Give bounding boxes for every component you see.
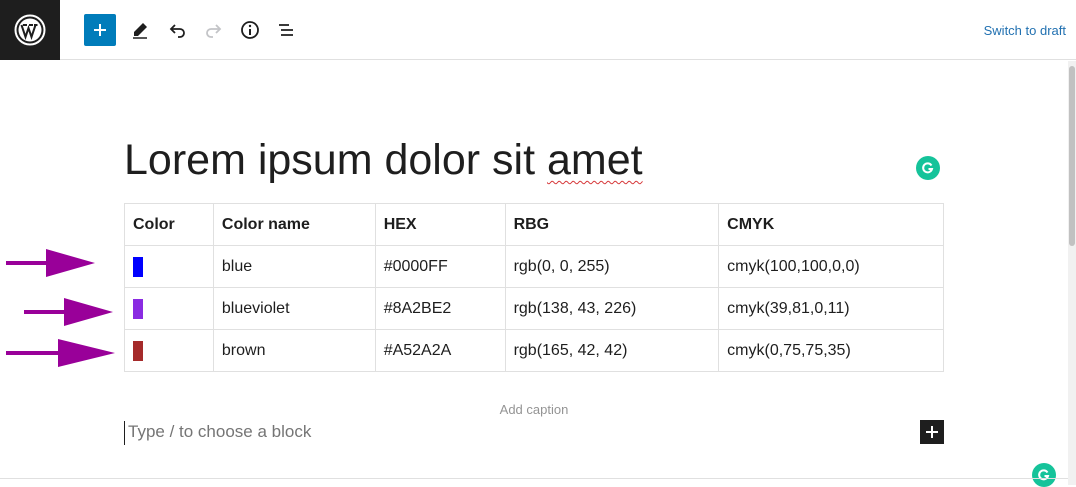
add-block-button[interactable] [84, 14, 116, 46]
list-view-icon [279, 24, 293, 36]
hex-cell[interactable]: #8A2BE2 [374, 287, 506, 330]
header-color-name: Color name [212, 203, 376, 246]
hex-cell[interactable]: #0000FF [374, 245, 506, 288]
post-title[interactable]: Lorem ipsum dolor sit amet [124, 134, 643, 186]
tools-button[interactable] [124, 14, 156, 46]
undo-icon [169, 24, 185, 38]
table-header-row: Color Color name HEX RBG CMYK [124, 203, 944, 246]
rgb-cell[interactable]: rgb(138, 43, 226) [504, 287, 720, 330]
header-cmyk: CMYK [718, 203, 944, 246]
plus-icon [94, 24, 106, 36]
color-swatch [133, 256, 143, 277]
header-hex: HEX [374, 203, 506, 246]
redo-button[interactable] [197, 14, 229, 46]
table-caption-input[interactable]: Add caption [124, 402, 944, 417]
color-name-cell[interactable]: blue [212, 245, 376, 288]
color-name-cell[interactable]: blueviolet [212, 287, 376, 330]
editor-scrollbar[interactable] [1068, 61, 1076, 485]
hex-cell[interactable]: #A52A2A [374, 329, 506, 372]
annotation-arrow-blueviolet [24, 298, 113, 326]
grammarly-icon[interactable] [916, 156, 940, 180]
table-row[interactable]: blue #0000FF rgb(0, 0, 255) cmyk(100,100,0,… [124, 245, 944, 288]
annotation-arrow-brown [6, 339, 115, 367]
pencil-icon [133, 23, 147, 39]
plus-icon [926, 426, 938, 438]
details-button[interactable] [234, 14, 266, 46]
color-swatch [133, 298, 143, 319]
color-swatch-cell[interactable] [124, 287, 214, 330]
cmyk-cell[interactable]: cmyk(0,75,75,35) [718, 329, 944, 372]
color-name-cell[interactable]: brown [212, 329, 376, 372]
post-title-text: Lorem ipsum dolor sit [124, 136, 547, 184]
redo-icon [206, 24, 222, 38]
block-inserter-button[interactable] [920, 420, 944, 444]
table-row[interactable]: brown #A52A2A rgb(165, 42, 42) cmyk(0,75,75… [124, 329, 944, 372]
color-swatch-cell[interactable] [124, 245, 214, 288]
cmyk-cell[interactable]: cmyk(39,81,0,11) [718, 287, 944, 330]
header-rgb: RBG [504, 203, 720, 246]
color-swatch [133, 340, 143, 361]
scroll-thumb[interactable] [1069, 66, 1075, 246]
editor-toolbar: Switch to draft [0, 0, 1076, 60]
rgb-cell[interactable]: rgb(165, 42, 42) [504, 329, 720, 372]
table-row[interactable]: blueviolet #8A2BE2 rgb(138, 43, 226) cmyk(3… [124, 287, 944, 330]
info-icon [241, 21, 259, 39]
cmyk-cell[interactable]: cmyk(100,100,0,0) [718, 245, 944, 288]
annotation-arrow-blue [6, 249, 95, 277]
block-appender-input[interactable]: Type / to choose a block [124, 421, 844, 445]
color-swatch-cell[interactable] [124, 329, 214, 372]
grammarly-icon[interactable] [1032, 463, 1056, 487]
rgb-cell[interactable]: rgb(0, 0, 255) [504, 245, 720, 288]
post-title-misspelled-word: amet [547, 136, 643, 184]
undo-button[interactable] [162, 14, 194, 46]
color-table[interactable]: Color Color name HEX RBG CMYK blue #0000F… [124, 203, 944, 372]
list-view-button[interactable] [270, 14, 302, 46]
editor-divider [0, 478, 1068, 479]
switch-to-draft-link[interactable]: Switch to draft [984, 23, 1066, 38]
wordpress-icon[interactable] [0, 0, 60, 60]
header-color: Color [124, 203, 214, 246]
